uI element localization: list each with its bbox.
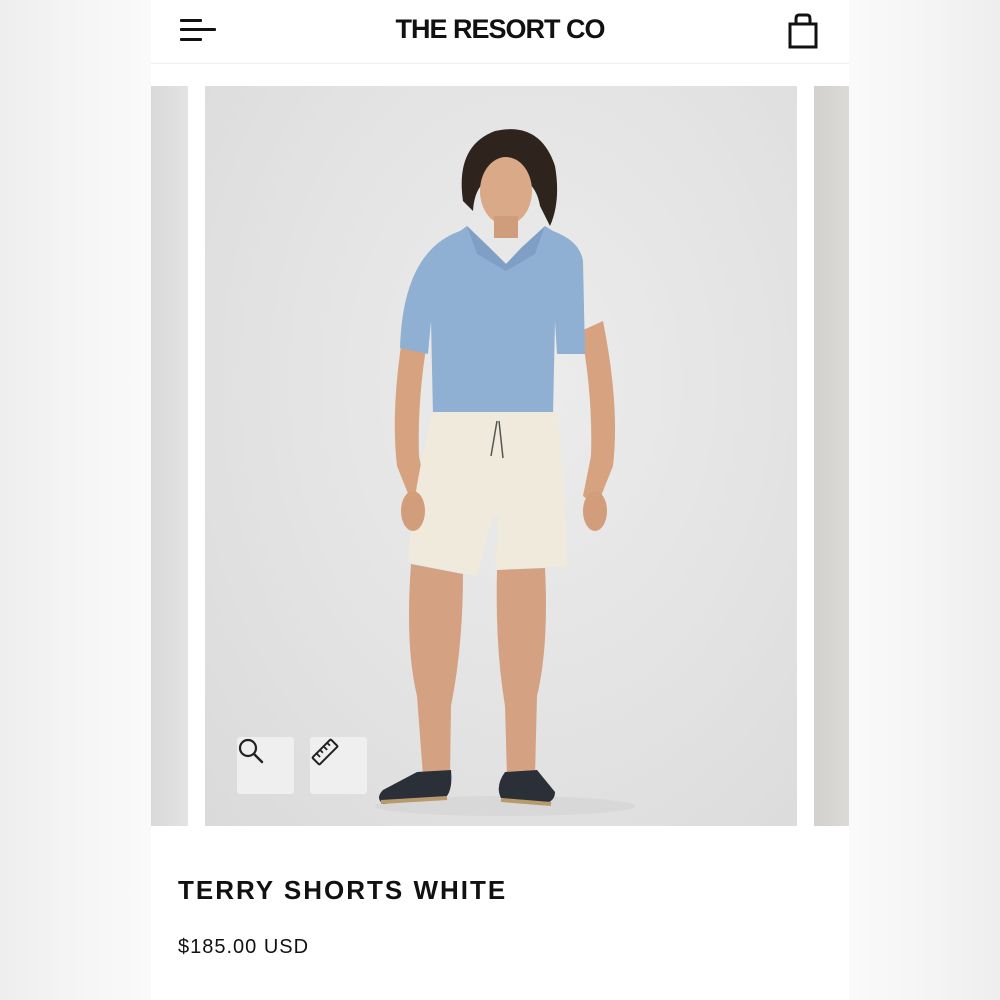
zoom-button[interactable]: [237, 737, 294, 794]
size-guide-ruler-icon: [311, 738, 339, 766]
background-blur-right: [849, 0, 1000, 1000]
model-illustration: [375, 129, 635, 816]
product-image[interactable]: [205, 86, 797, 826]
product-title: TERRY SHORTS WHITE: [178, 875, 508, 905]
zoom-icon: [238, 738, 264, 764]
shopping-bag-icon[interactable]: [785, 12, 821, 50]
product-price: $185.00 USD: [178, 936, 310, 958]
brand-logo[interactable]: THE RESORT CO: [151, 14, 849, 45]
previous-slide-peek[interactable]: [151, 86, 188, 826]
product-image-carousel[interactable]: [151, 86, 849, 826]
site-header: THE RESORT CO: [151, 0, 849, 64]
size-guide-button[interactable]: [310, 737, 367, 794]
product-page: THE RESORT CO TERRY SHORTS WHITE $185.00…: [151, 0, 849, 1000]
background-blur-left: [0, 0, 151, 1000]
next-slide-peek[interactable]: [814, 86, 849, 826]
